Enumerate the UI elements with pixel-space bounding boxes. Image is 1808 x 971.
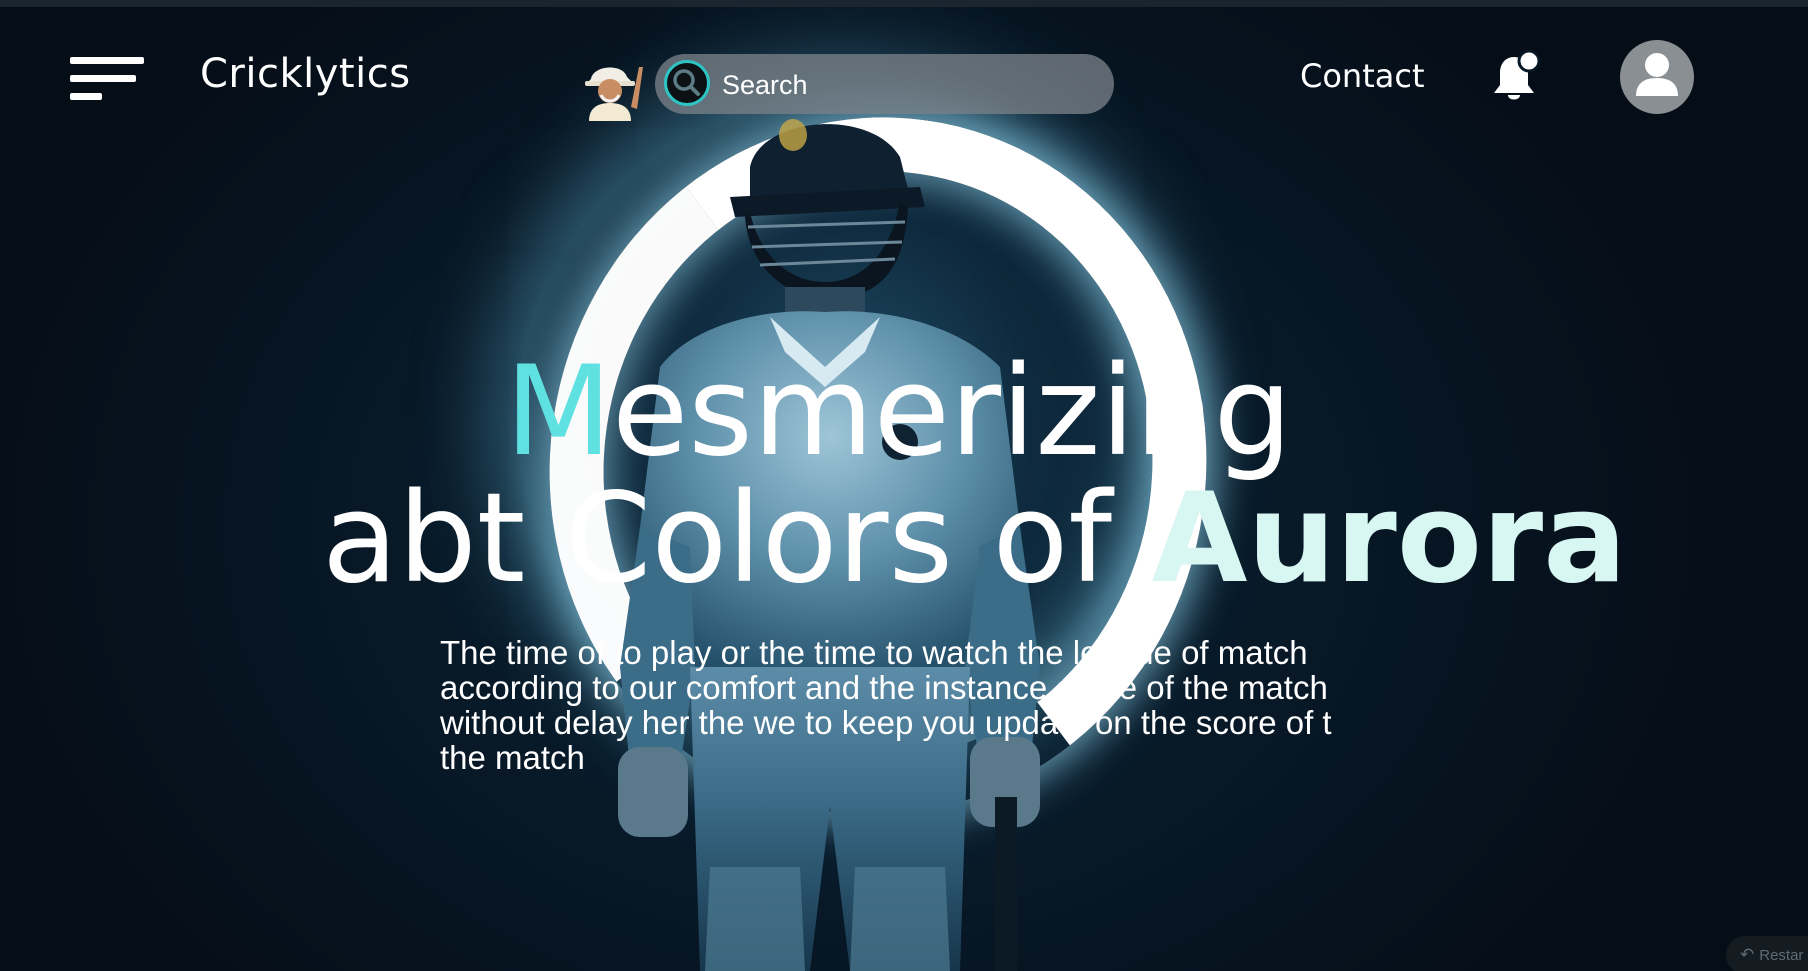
search-icon[interactable] — [664, 60, 710, 106]
hero-accent-m: M — [505, 340, 612, 484]
hero-accent-aurora-rest: urora — [1247, 467, 1627, 611]
hero-line1-rest: esmerizing — [612, 340, 1293, 484]
bell-icon[interactable] — [1486, 49, 1542, 105]
profile-icon[interactable] — [1620, 40, 1694, 114]
mascot-avatar — [585, 67, 643, 121]
restart-button[interactable]: ↶ Restar — [1726, 936, 1808, 971]
hero-headline-line2: abt Colors of Aurora — [322, 477, 1627, 601]
hero-description: The time of to play or the time to watch… — [440, 634, 1332, 776]
restart-icon: ↶ — [1740, 945, 1755, 964]
hero-stage: Cricklytics Contact Mesmerizing abt Colo… — [0, 7, 1808, 971]
brand-title[interactable]: Cricklytics — [200, 51, 411, 97]
hero-headline-line1: Mesmerizing — [505, 350, 1292, 474]
restart-label: Restar — [1759, 947, 1804, 964]
search-bar[interactable] — [655, 54, 1114, 114]
hero-line2-prefix: abt Colors of — [322, 467, 1152, 611]
search-input[interactable] — [720, 62, 1104, 108]
menu-icon[interactable] — [70, 57, 144, 101]
window-top-border — [0, 0, 1808, 7]
contact-link[interactable]: Contact — [1300, 57, 1425, 95]
hero-accent-a: A — [1151, 467, 1248, 611]
